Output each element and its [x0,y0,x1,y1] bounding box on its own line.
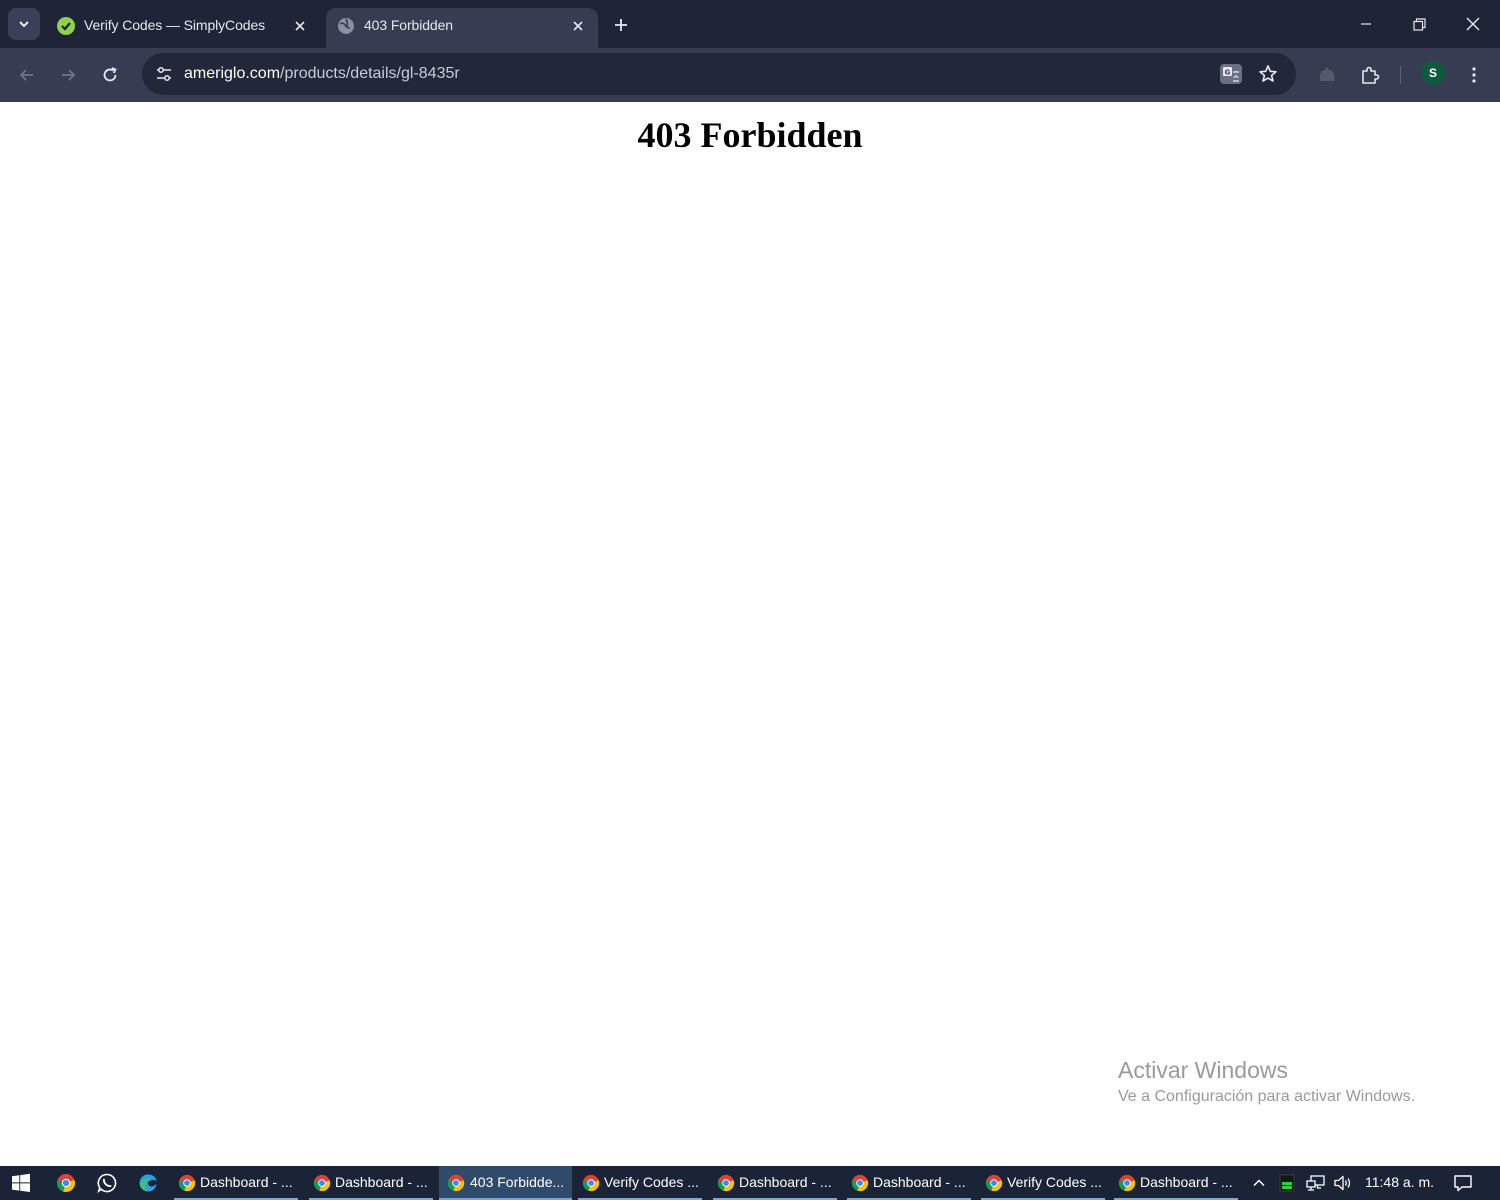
taskbar-window-label: Verify Codes ... [1007,1174,1102,1190]
taskbar-window-label: 403 Forbidde... [470,1174,565,1190]
minimize-button[interactable] [1352,10,1380,38]
puzzle-icon [1362,66,1380,84]
taskbar-window[interactable]: Dashboard - ... [1114,1166,1238,1200]
bookmark-button[interactable] [1254,60,1282,88]
taskbar-window-label: Dashboard - ... [739,1174,832,1190]
volume-button[interactable] [1331,1166,1355,1200]
url-path: /products/details/gl-8435r [280,65,460,82]
start-button[interactable] [3,1166,39,1200]
taskbar-window-label: Dashboard - ... [335,1174,428,1190]
chrome-icon [717,1174,735,1192]
toolbar-divider [1400,66,1401,84]
taskbar-window-label: Dashboard - ... [873,1174,966,1190]
chrome-icon [56,1174,76,1193]
speaker-icon [1334,1175,1351,1191]
tray-app[interactable] [1276,1166,1298,1200]
close-icon[interactable] [290,16,310,36]
tune-icon [157,67,171,81]
url-text[interactable]: ameriglo.com/products/details/gl-8435r [184,65,460,83]
new-tab-button[interactable] [608,12,634,38]
battery-meter-icon [1279,1174,1295,1192]
taskbar-chrome[interactable] [48,1166,84,1200]
activation-watermark-subtitle: Ve a Configuración para activar Windows. [1118,1088,1416,1105]
notifications-button[interactable] [1450,1166,1476,1200]
tab-title: 403 Forbidden [364,17,453,33]
simplycodes-icon [57,17,75,35]
arrow-left-icon [19,69,33,81]
activation-watermark-title: Activar Windows [1118,1057,1288,1083]
extension-button[interactable] [1312,60,1342,90]
arrow-right-icon [62,69,76,81]
taskbar-window[interactable]: Verify Codes ... [578,1166,702,1200]
taskbar-window[interactable]: Verify Codes ... [981,1166,1105,1200]
minimize-icon [1361,23,1371,25]
svg-text:G: G [1225,69,1231,77]
back-button[interactable] [12,60,42,90]
plus-icon [615,19,627,31]
edge-icon [139,1174,157,1192]
close-icon [1466,17,1480,31]
windows-logo-icon [12,1173,30,1192]
taskbar-window-label: Dashboard - ... [1140,1174,1233,1190]
reload-icon [103,67,117,82]
taskbar-window-label: Verify Codes ... [604,1174,699,1190]
network-button[interactable] [1304,1166,1328,1200]
page-title: 403 Forbidden [637,115,863,155]
close-window-button[interactable] [1459,10,1487,38]
translate-button[interactable]: G [1217,60,1245,88]
browser-toolbar: ameriglo.com/products/details/gl-8435r G [0,48,1500,102]
chrome-icon [1118,1174,1136,1192]
chrome-icon [851,1174,869,1192]
chrome-icon [447,1174,465,1192]
chrome-icon [985,1174,1003,1192]
translate-icon: G [1220,64,1242,84]
menu-button[interactable] [1459,60,1489,90]
globe-icon [338,18,354,34]
restore-icon [1412,17,1426,31]
close-icon[interactable] [568,16,588,36]
url-host: ameriglo.com [184,65,281,82]
taskbar-whatsapp[interactable] [89,1166,125,1200]
show-hidden-icons-button[interactable] [1248,1166,1270,1200]
system-clock[interactable]: 11:48 a. m. [1365,1174,1434,1190]
network-icon [1306,1175,1325,1191]
taskbar-edge[interactable] [130,1166,166,1200]
taskbar-window[interactable]: Dashboard - ... [847,1166,971,1200]
address-bar[interactable]: ameriglo.com/products/details/gl-8435r G [142,53,1296,95]
taskbar-window-label: Dashboard - ... [200,1174,293,1190]
taskbar: Dashboard - ... Dashboard - ... 403 Forb… [0,1166,1500,1200]
taskbar-window[interactable]: Dashboard - ... [309,1166,433,1200]
chrome-icon [313,1174,331,1192]
tab-403-forbidden[interactable]: 403 Forbidden [326,8,598,48]
tab-strip: Verify Codes — SimplyCodes 403 Forbidden [0,0,1500,48]
chevron-up-icon [1253,1179,1265,1187]
taskbar-window[interactable]: Dashboard - ... [713,1166,837,1200]
chrome-icon [582,1174,600,1192]
page-content: 403 Forbidden Activar Windows Ve a Confi… [0,102,1500,1166]
chrome-icon [178,1174,196,1192]
whatsapp-icon [97,1173,117,1193]
forward-button[interactable] [53,60,83,90]
taskbar-window[interactable]: Dashboard - ... [174,1166,298,1200]
profile-avatar[interactable]: S [1421,61,1445,85]
site-info-button[interactable] [150,60,178,88]
tab-title: Verify Codes — SimplyCodes [84,17,266,33]
robot-icon [1320,67,1334,81]
reload-button[interactable] [95,60,125,90]
chevron-down-icon [19,21,29,28]
star-icon [1259,65,1277,82]
more-vert-icon [1472,67,1476,83]
tab-search-button[interactable] [8,8,40,40]
extensions-button[interactable] [1355,60,1385,90]
tab-verify-codes[interactable]: Verify Codes — SimplyCodes [46,8,320,48]
taskbar-window-active[interactable]: 403 Forbidde... [439,1166,572,1200]
restore-button[interactable] [1405,10,1433,38]
notification-icon [1454,1175,1472,1192]
